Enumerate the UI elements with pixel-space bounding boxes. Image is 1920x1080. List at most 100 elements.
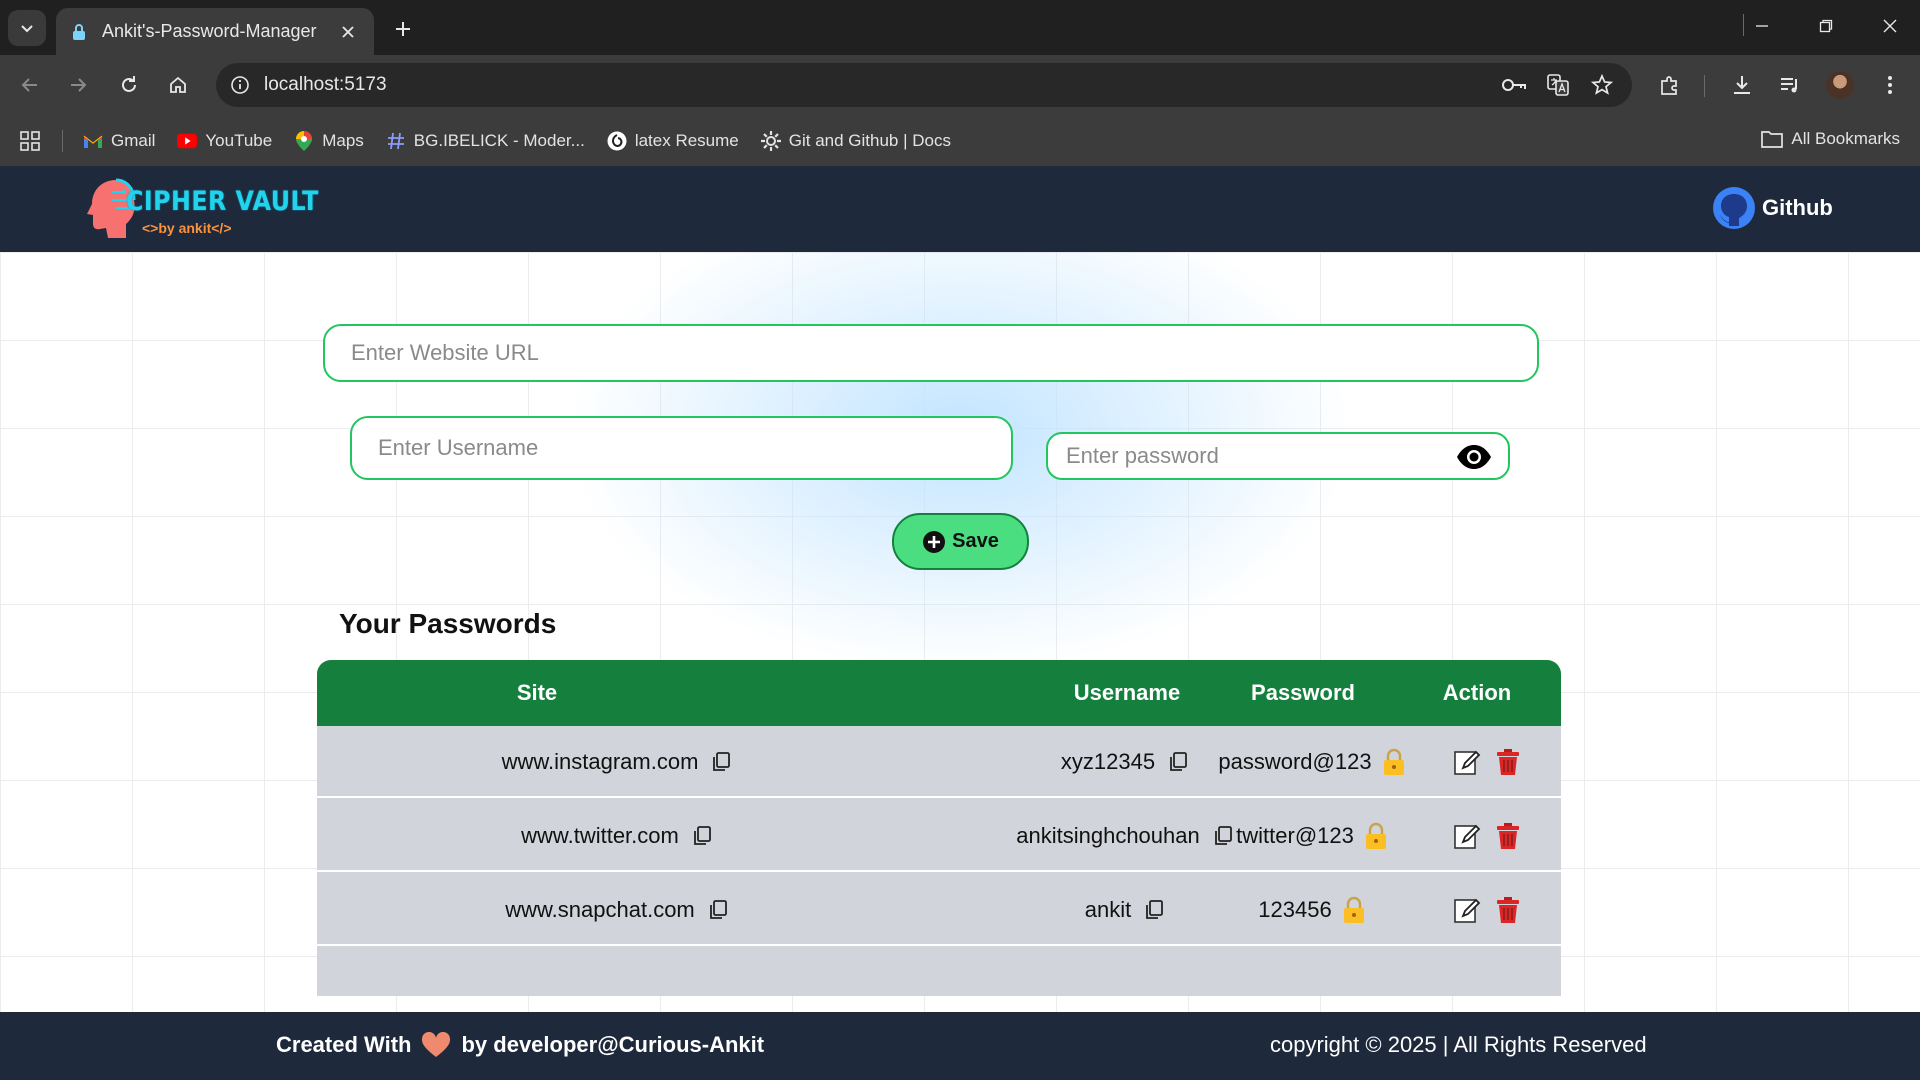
- password-text: 123456: [1258, 897, 1332, 922]
- lock-icon[interactable]: [1342, 896, 1366, 924]
- trash-icon[interactable]: [1493, 747, 1523, 777]
- username-text: ankitsinghchouhan: [1016, 823, 1200, 848]
- bookmark-label: latex Resume: [634, 130, 739, 150]
- playlist-icon: [1781, 78, 1797, 93]
- bookmark-git-github-docs[interactable]: Git and Github | Docs: [760, 130, 951, 151]
- app-navbar: CIPHER VAULT <>by ankit</> Github: [0, 166, 1920, 252]
- plus-icon: [396, 22, 410, 36]
- all-bookmarks-button[interactable]: All Bookmarks: [1761, 129, 1900, 149]
- close-icon: [1883, 19, 1897, 33]
- avatar: [1826, 71, 1854, 99]
- lock-icon[interactable]: [1364, 822, 1388, 850]
- hash-icon: [386, 131, 406, 151]
- back-button[interactable]: [12, 67, 48, 103]
- site-text: www.snapchat.com: [505, 897, 695, 922]
- minimize-button[interactable]: [1740, 8, 1784, 44]
- bookmark-latex-resume[interactable]: latex Resume: [607, 131, 739, 151]
- bookmark-bg-ibelick[interactable]: BG.IBELICK - Moder...: [386, 131, 585, 151]
- copy-icon[interactable]: [1143, 899, 1165, 921]
- bookmark-gmail[interactable]: Gmail: [83, 131, 155, 151]
- lock-icon[interactable]: [1382, 748, 1406, 776]
- action-cell: [1427, 800, 1547, 872]
- username-text: xyz12345: [1060, 749, 1156, 774]
- media-controls-button[interactable]: [1772, 67, 1808, 103]
- password-field: [1046, 432, 1510, 480]
- copy-icon[interactable]: [691, 825, 713, 847]
- address-bar[interactable]: [216, 63, 1632, 107]
- bookmark-youtube[interactable]: YouTube: [177, 131, 272, 151]
- extensions-button[interactable]: [1652, 67, 1688, 103]
- passwords-table: Site Username Password Action www.instag…: [317, 660, 1561, 996]
- password-cell: 123456: [1177, 874, 1447, 946]
- minimize-icon: [1756, 25, 1768, 27]
- eye-icon[interactable]: [1456, 444, 1492, 470]
- trash-icon[interactable]: [1493, 821, 1523, 851]
- browser-chrome: Ankit's-Password-Manager localhost:5173 …: [0, 0, 1920, 166]
- star-icon[interactable]: [1586, 69, 1618, 101]
- bookmarks-bar: Gmail YouTube Maps BG.IBELICK - Moder...…: [0, 115, 1920, 166]
- arrow-right-icon: [71, 78, 87, 92]
- table-header: Site Username Password Action: [317, 660, 1561, 726]
- password-text: twitter@123: [1236, 823, 1354, 848]
- bookmark-label: Gmail: [111, 130, 156, 150]
- heart-icon: [422, 1032, 451, 1057]
- address-input[interactable]: [264, 74, 1486, 96]
- table-row: www.twitter.com ankitsinghchouhan twitte…: [317, 800, 1561, 872]
- site-text: www.twitter.com: [521, 823, 679, 848]
- footer: Created With by developer@Curious-Ankit …: [0, 1012, 1920, 1080]
- section-title: Your Passwords: [339, 608, 557, 639]
- username-text: ankit: [1084, 897, 1132, 922]
- restore-button[interactable]: [1804, 8, 1848, 44]
- bookmark-label: Git and Github | Docs: [788, 130, 951, 150]
- bookmarks-divider: [62, 129, 63, 152]
- home-icon: [170, 76, 186, 93]
- tab-search-button[interactable]: [8, 10, 46, 46]
- table-row: www.instagram.com xyz12345 password@123: [317, 726, 1561, 798]
- reload-button[interactable]: [111, 67, 147, 103]
- logo[interactable]: CIPHER VAULT <>by ankit</>: [86, 178, 318, 242]
- all-bookmarks-label: All Bookmarks: [1791, 129, 1900, 148]
- close-window-button[interactable]: [1868, 8, 1912, 44]
- password-input[interactable]: [1046, 432, 1510, 480]
- key-icon[interactable]: [1498, 69, 1530, 101]
- action-cell: [1427, 874, 1547, 946]
- edit-icon[interactable]: [1451, 821, 1481, 851]
- footer-copyright: copyright © 2025 | All Rights Reserved: [1270, 1032, 1647, 1057]
- active-tab[interactable]: Ankit's-Password-Manager: [56, 8, 374, 55]
- bookmark-label: Maps: [322, 130, 364, 150]
- copy-icon[interactable]: [710, 751, 732, 773]
- site-info-icon[interactable]: [230, 75, 250, 95]
- save-button[interactable]: Save: [892, 513, 1029, 570]
- site-cell: www.instagram.com: [317, 726, 917, 798]
- new-tab-button[interactable]: [388, 14, 418, 44]
- password-cell: twitter@123: [1177, 800, 1447, 872]
- column-header-action: Action: [1442, 680, 1512, 705]
- apps-button[interactable]: [20, 130, 40, 151]
- tab-close-icon[interactable]: [336, 20, 360, 44]
- site-cell: www.twitter.com: [317, 800, 917, 872]
- footer-credit: Created With by developer@Curious-Ankit: [276, 1032, 764, 1058]
- save-label: Save: [952, 530, 999, 552]
- footer-created-prefix: Created With: [276, 1032, 412, 1057]
- gmail-icon: [83, 131, 103, 151]
- website-url-input[interactable]: [323, 324, 1539, 382]
- bookmarks-divider: [1743, 14, 1744, 36]
- edit-icon[interactable]: [1451, 895, 1481, 925]
- column-header-username: Username: [1073, 680, 1181, 705]
- youtube-icon: [177, 131, 198, 151]
- menu-button[interactable]: [1872, 67, 1908, 103]
- edit-icon[interactable]: [1451, 747, 1481, 777]
- downloads-button[interactable]: [1724, 67, 1760, 103]
- bookmark-maps[interactable]: Maps: [294, 130, 364, 151]
- forward-button[interactable]: [60, 67, 96, 103]
- translate-icon[interactable]: [1542, 69, 1574, 101]
- add-circle-icon: [923, 530, 946, 553]
- copy-icon[interactable]: [707, 899, 729, 921]
- github-link[interactable]: Github: [1712, 186, 1833, 230]
- profile-button[interactable]: [1822, 67, 1858, 103]
- username-input[interactable]: [350, 416, 1013, 480]
- bookmark-label: YouTube: [205, 130, 273, 150]
- toolbar-divider: [1704, 75, 1705, 97]
- trash-icon[interactable]: [1493, 895, 1523, 925]
- home-button[interactable]: [160, 67, 196, 103]
